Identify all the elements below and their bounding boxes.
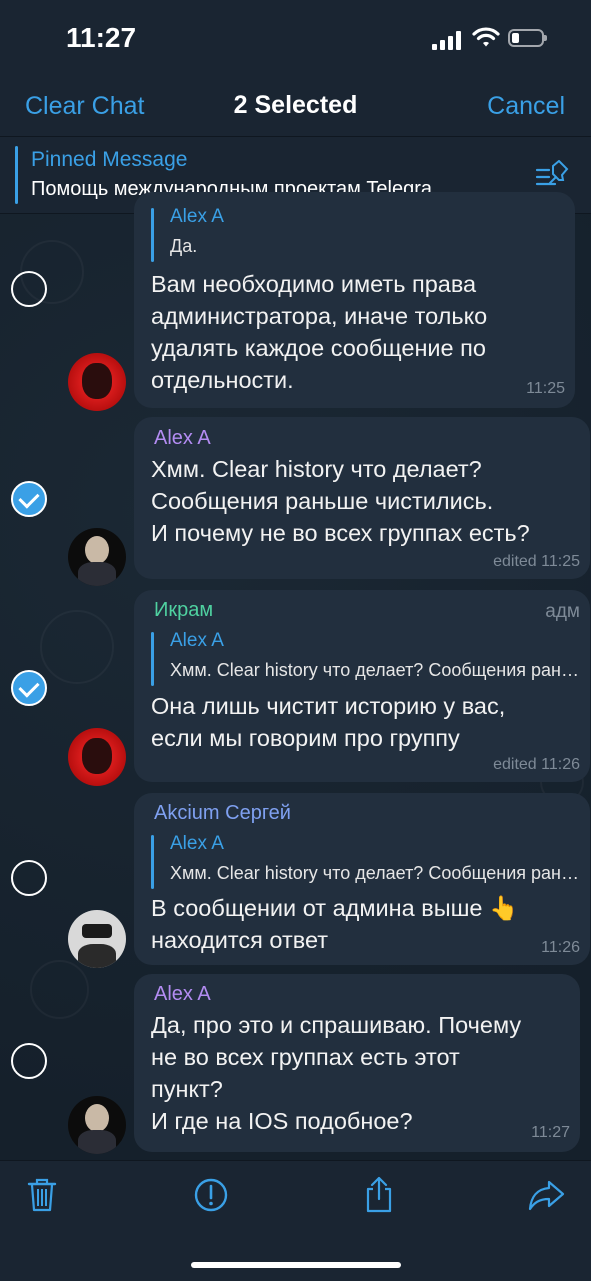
message-bubble[interactable]: Alex A Хмм. Clear history что делает? Со…: [134, 417, 590, 579]
message-bubble[interactable]: Икрам адм Alex A Хмм. Clear history что …: [134, 590, 590, 782]
home-indicator: [191, 1262, 401, 1268]
message-text: В сообщении от админа выше 👆 находится о…: [151, 895, 519, 953]
reply-quote[interactable]: Alex A Да.: [151, 206, 583, 264]
message-text: Да, про это и спрашиваю. Почему не во вс…: [151, 1012, 522, 1134]
reply-text: Хмм. Clear history что делает? Сообщения…: [170, 660, 582, 680]
message-time: 11:27: [531, 1124, 570, 1141]
message-sender[interactable]: Alex A: [154, 983, 211, 1006]
reply-author: Alex A: [170, 206, 224, 227]
message-bubble[interactable]: Alex A Да. Вам необходимо иметь права ад…: [134, 192, 575, 408]
message-text: Вам необходимо иметь права администратор…: [151, 271, 488, 393]
message-bubble[interactable]: Akcium Сергей Alex A Хмм. Clear history …: [134, 793, 590, 965]
reply-author: Alex A: [170, 630, 224, 651]
select-checkbox-checked[interactable]: [11, 670, 47, 706]
message-text: Она лишь чистит историю у вас, если мы г…: [151, 693, 506, 751]
status-time: 11:27: [66, 22, 137, 53]
select-checkbox-checked[interactable]: [11, 481, 47, 517]
status-bar: 11:27: [0, 0, 591, 80]
avatar[interactable]: [68, 528, 126, 586]
avatar[interactable]: [68, 1096, 126, 1154]
select-checkbox[interactable]: [11, 1043, 47, 1079]
cancel-button[interactable]: Cancel: [487, 92, 565, 121]
battery-icon: [508, 29, 547, 47]
pinned-title: Pinned Message: [31, 148, 188, 171]
reply-quote[interactable]: Alex A Хмм. Clear history что делает? Со…: [151, 833, 583, 891]
message-sender[interactable]: Akcium Сергей: [154, 802, 291, 825]
message-time: 11:26: [541, 939, 580, 956]
report-icon[interactable]: [191, 1175, 231, 1215]
message-time: edited 11:25: [493, 553, 580, 570]
message-text: Хмм. Clear history что делает? Сообщения…: [151, 456, 530, 546]
reply-text: Хмм. Clear history что делает? Сообщения…: [170, 863, 582, 883]
select-checkbox[interactable]: [11, 271, 47, 307]
reply-author: Alex A: [170, 833, 224, 854]
message-time: 11:25: [526, 380, 565, 397]
pin-list-icon[interactable]: [535, 160, 569, 190]
forward-icon[interactable]: [527, 1175, 567, 1215]
pinned-indicator: [15, 146, 18, 204]
avatar[interactable]: [68, 910, 126, 968]
select-checkbox[interactable]: [11, 860, 47, 896]
message-bubble[interactable]: Alex A Да, про это и спрашиваю. Почему н…: [134, 974, 580, 1152]
message-sender[interactable]: Alex A: [154, 427, 211, 450]
message-sender[interactable]: Икрам: [154, 599, 213, 622]
navigation-bar: Clear Chat 2 Selected Cancel: [0, 80, 591, 137]
reply-text: Да.: [170, 236, 198, 256]
reply-quote[interactable]: Alex A Хмм. Clear history что делает? Со…: [151, 630, 583, 688]
share-icon[interactable]: [359, 1175, 399, 1215]
admin-badge: адм: [545, 601, 580, 622]
avatar[interactable]: [68, 353, 126, 411]
message-time: edited 11:26: [493, 756, 580, 773]
trash-icon[interactable]: [22, 1175, 62, 1215]
avatar[interactable]: [68, 728, 126, 786]
cellular-signal-icon: [432, 30, 462, 50]
wifi-icon: [472, 27, 500, 47]
